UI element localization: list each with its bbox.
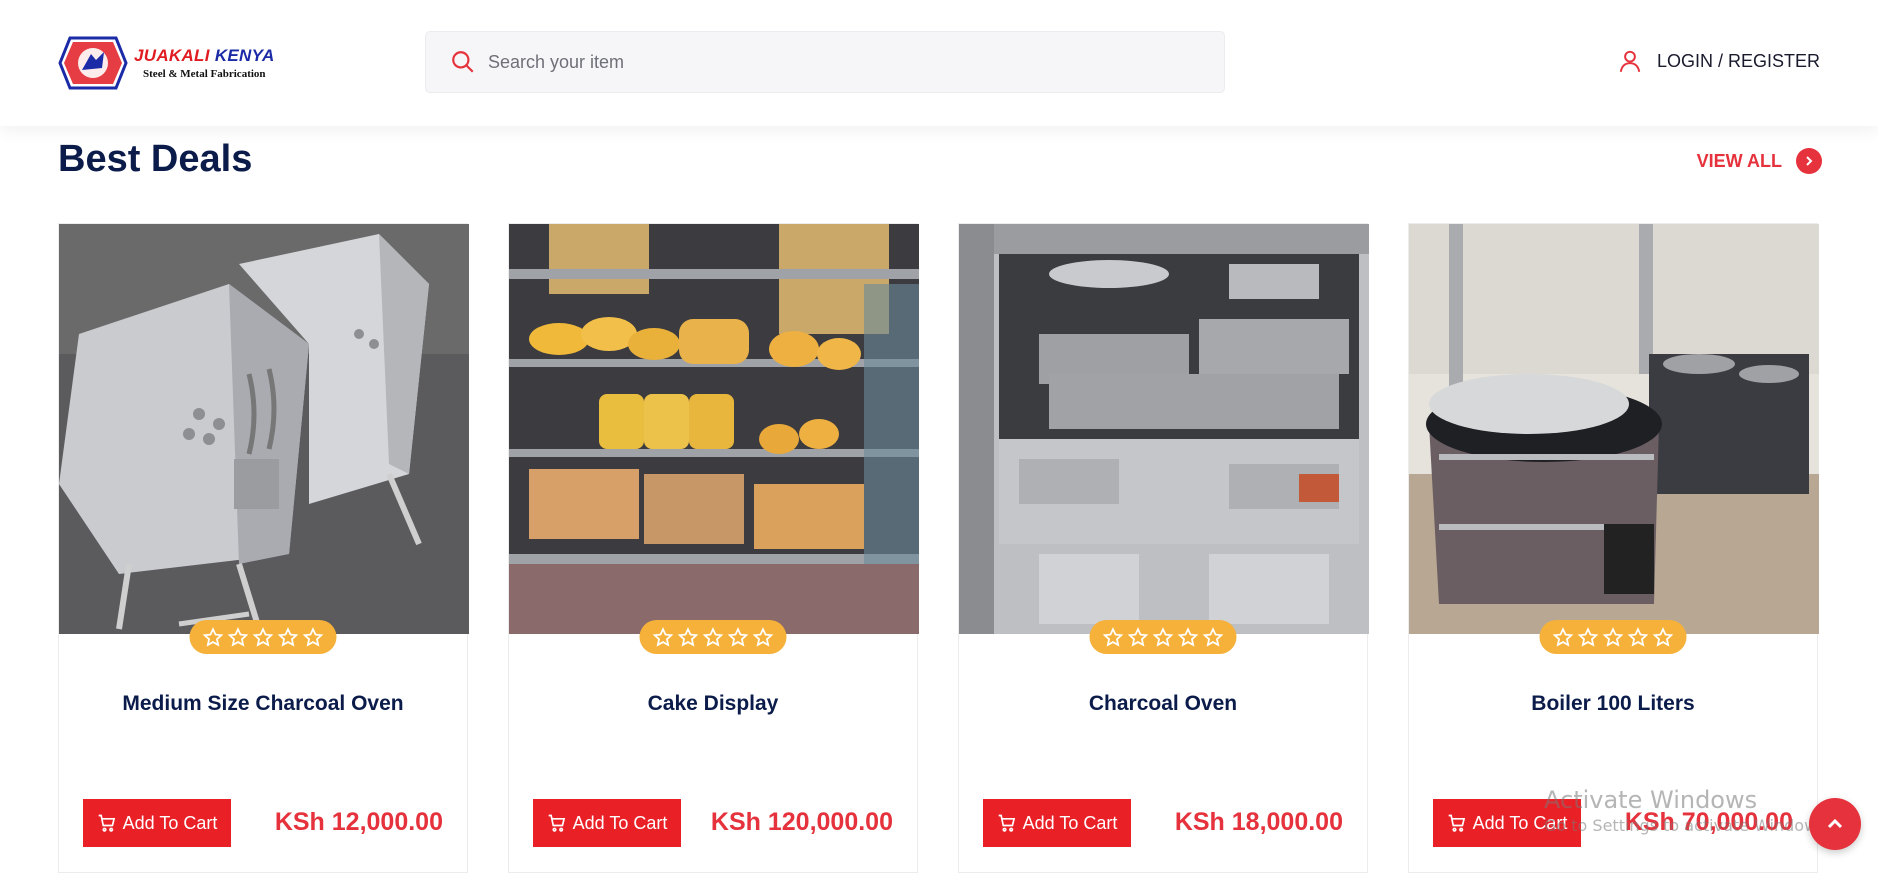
watermark-line-1: Activate Windows	[1544, 786, 1758, 814]
chevron-up-icon	[1827, 818, 1843, 829]
search-input[interactable]	[488, 51, 1188, 73]
cart-icon	[98, 814, 115, 832]
login-register-label: LOGIN / REGISTER	[1656, 50, 1820, 71]
product-price: KSh 18,000.00	[1174, 808, 1343, 836]
star-outline-icon	[1177, 626, 1199, 647]
logo-title: JUAKALI KENYA	[134, 46, 275, 65]
activate-windows-watermark: Activate Windows Go to Settings to activ…	[1544, 786, 1831, 835]
view-all-link[interactable]: VIEW ALL	[1697, 148, 1822, 174]
watermark-line-2: Go to Settings to activate Windows.	[1544, 816, 1831, 835]
star-rating	[1539, 620, 1687, 654]
site-logo[interactable]: JUAKALI KENYA Steel & Metal Fabrication	[58, 34, 308, 92]
star-outline-icon	[652, 626, 674, 647]
star-outline-icon	[1577, 626, 1599, 647]
star-outline-icon	[302, 626, 324, 647]
chevron-right-icon	[1796, 148, 1822, 174]
site-header: JUAKALI KENYA Steel & Metal Fabrication …	[0, 0, 1878, 126]
product-image[interactable]	[959, 224, 1369, 634]
product-image[interactable]	[509, 224, 919, 634]
add-to-cart-button[interactable]: Add To Cart	[83, 799, 231, 847]
product-name[interactable]: Cake Display	[509, 692, 917, 716]
add-to-cart-button[interactable]: Add To Cart	[533, 799, 681, 847]
star-outline-icon	[1127, 626, 1149, 647]
star-outline-icon	[677, 626, 699, 647]
product-price: KSh 12,000.00	[274, 808, 443, 836]
star-outline-icon	[1602, 626, 1624, 647]
product-name[interactable]: Medium Size Charcoal Oven	[59, 692, 467, 716]
add-to-cart-button[interactable]: Add To Cart	[983, 799, 1131, 847]
product-price: KSh 120,000.00	[710, 808, 893, 836]
star-outline-icon	[727, 626, 749, 647]
star-outline-icon	[1102, 626, 1124, 647]
star-rating	[1089, 620, 1237, 654]
star-outline-icon	[702, 626, 724, 647]
add-to-cart-label: Add To Cart	[1022, 812, 1118, 833]
search-icon[interactable]	[450, 49, 476, 75]
star-outline-icon	[1652, 626, 1674, 647]
product-name[interactable]: Boiler 100 Liters	[1409, 692, 1817, 716]
product-card[interactable]: Medium Size Charcoal Oven Add To Cart KS…	[58, 223, 469, 873]
product-card[interactable]: Charcoal Oven Add To Cart KSh 18,000.00	[958, 223, 1369, 873]
view-all-label: VIEW ALL	[1696, 150, 1782, 171]
login-register-link[interactable]: LOGIN / REGISTER	[1617, 48, 1820, 74]
add-to-cart-label: Add To Cart	[122, 812, 218, 833]
product-card[interactable]: Cake Display Add To Cart KSh 120,000.00	[508, 223, 919, 873]
search-bar	[425, 31, 1225, 93]
logo-subtitle: Steel & Metal Fabrication	[143, 68, 266, 80]
cart-icon	[1448, 814, 1465, 832]
product-card[interactable]: Boiler 100 Liters Add To Cart KSh 70,000…	[1408, 223, 1819, 873]
star-outline-icon	[277, 626, 299, 647]
scroll-to-top-button[interactable]	[1809, 798, 1861, 850]
star-outline-icon	[252, 626, 274, 647]
star-outline-icon	[1202, 626, 1224, 647]
star-rating	[189, 620, 337, 654]
cart-icon	[998, 814, 1015, 832]
cart-icon	[548, 814, 565, 832]
star-outline-icon	[1627, 626, 1649, 647]
star-outline-icon	[1552, 626, 1574, 647]
product-image[interactable]	[1409, 224, 1819, 634]
product-image[interactable]	[59, 224, 469, 634]
star-outline-icon	[227, 626, 249, 647]
add-to-cart-label: Add To Cart	[572, 812, 668, 833]
star-outline-icon	[202, 626, 224, 647]
star-outline-icon	[1152, 626, 1174, 647]
user-icon	[1619, 50, 1641, 73]
logo-badge-icon	[58, 36, 128, 90]
star-rating	[639, 620, 787, 654]
section-title: Best Deals	[58, 138, 253, 180]
product-name[interactable]: Charcoal Oven	[959, 692, 1367, 716]
star-outline-icon	[752, 626, 774, 647]
